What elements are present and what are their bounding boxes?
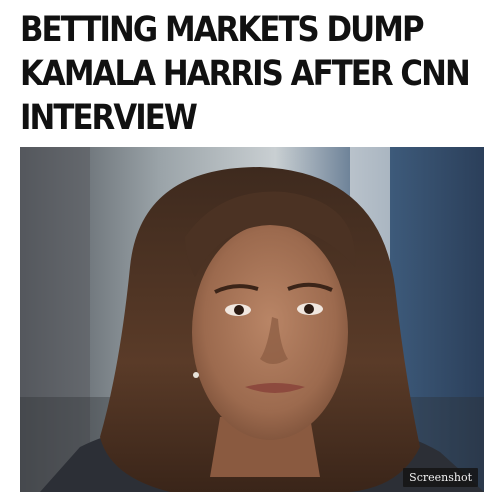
screenshot-badge: Screenshot bbox=[403, 468, 478, 487]
photo-illustration bbox=[20, 147, 484, 492]
article-photo[interactable]: Screenshot bbox=[20, 147, 484, 492]
headline-line-1: BETTING MARKETS DUMP bbox=[20, 10, 425, 50]
headline-line-2: KAMALA HARRIS AFTER CNN bbox=[20, 54, 471, 94]
headline-line-3: INTERVIEW bbox=[20, 98, 198, 138]
news-card: BETTING MARKETS DUMP KAMALA HARRIS AFTER… bbox=[0, 0, 500, 496]
headline: BETTING MARKETS DUMP KAMALA HARRIS AFTER… bbox=[20, 8, 471, 140]
